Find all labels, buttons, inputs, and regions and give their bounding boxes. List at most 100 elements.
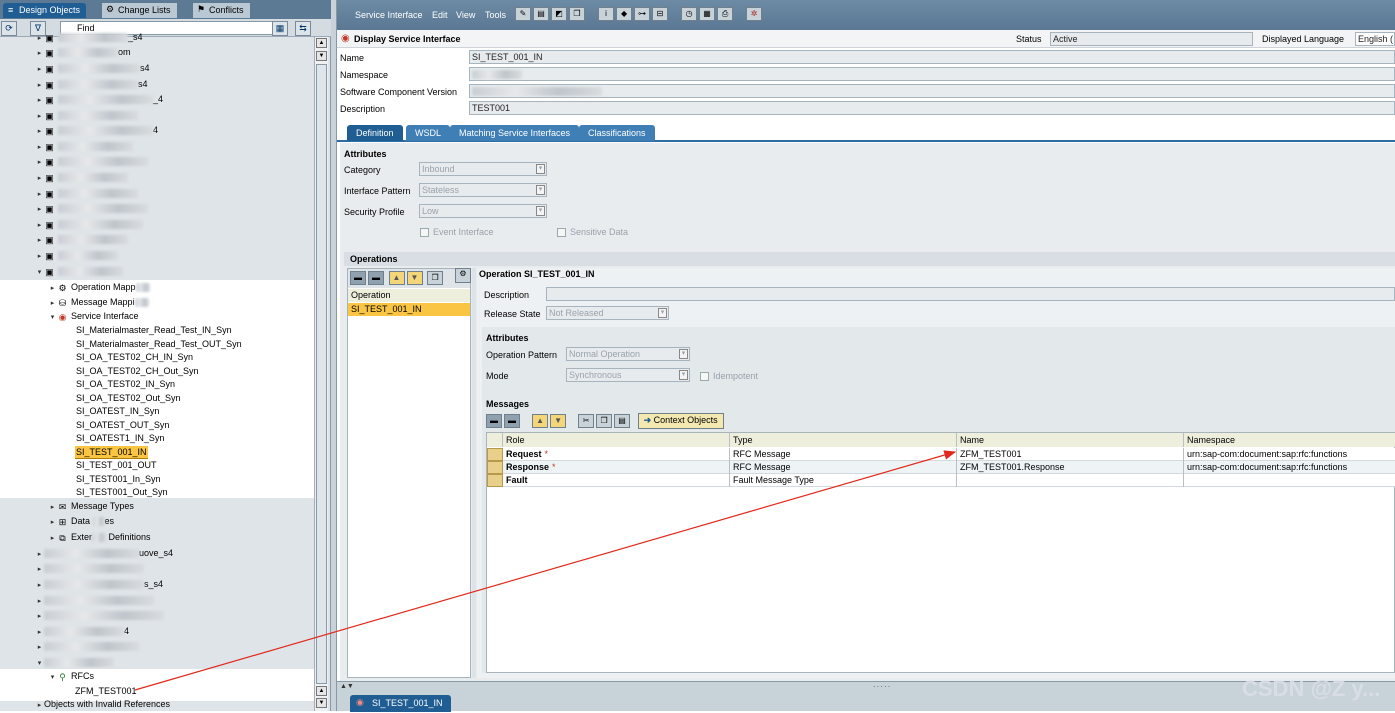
tree-item-service-interface[interactable]: SI_TEST_001_OUT <box>75 459 158 472</box>
tab-matching-service-interfaces[interactable]: Matching Service Interfaces <box>450 125 580 141</box>
tree-icon[interactable]: ⊶ <box>634 7 651 21</box>
delete-row-icon[interactable]: ▬ <box>368 271 384 285</box>
tree-node-invalid-references[interactable]: ▸ Objects with Invalid References <box>35 697 170 711</box>
tree-item-service-interface[interactable]: SI_TEST001_In_Syn <box>75 473 162 486</box>
tree-node[interactable]: ▸ <box>35 593 154 607</box>
refresh-icon[interactable]: ⟳ <box>1 21 17 36</box>
menu-tools[interactable]: Tools <box>485 10 506 20</box>
tab-change-lists[interactable]: ⚙ Change Lists <box>102 3 177 18</box>
msg-move-down-icon[interactable]: ▼ <box>550 414 567 428</box>
scroll-thumb[interactable] <box>316 64 327 684</box>
tree-item-service-interface[interactable]: SI_OA_TEST02_CH_Out_Syn <box>75 365 200 378</box>
history-icon[interactable]: ◷ <box>681 7 698 21</box>
tree-node[interactable]: ▸ ▣ <box>35 170 128 184</box>
bottom-tab-si-test-001-in[interactable]: ◉ SI_TEST_001_IN <box>350 695 451 712</box>
msg-move-up-icon[interactable]: ▲ <box>532 414 549 428</box>
paste-icon[interactable]: ▤ <box>614 414 631 428</box>
copy-message-icon[interactable]: ❐ <box>596 414 613 428</box>
print-icon[interactable]: ⎙ <box>717 7 734 21</box>
tree-node[interactable]: ▸ <box>35 639 139 653</box>
tab-classifications[interactable]: Classifications <box>579 125 655 141</box>
tree-node[interactable]: ▸ ▣ <box>35 248 118 262</box>
tree-node-expanded[interactable]: ▾ ▣ <box>35 264 123 278</box>
tab-wsdl[interactable]: WSDL <box>406 125 451 141</box>
network-icon[interactable]: ✲ <box>746 7 763 21</box>
resize-grip-icon[interactable]: ····· <box>873 682 891 691</box>
col-namespace[interactable]: Namespace <box>1184 433 1395 447</box>
tree-item-service-interface[interactable]: SI_OA_TEST02_CH_IN_Syn <box>75 351 194 364</box>
tree-node-rfcs[interactable]: ▾ ⚲ RFCs <box>48 669 94 683</box>
copy-row-icon[interactable]: ❐ <box>427 271 444 285</box>
split-icon[interactable]: ⇆ <box>295 21 311 36</box>
move-up-icon[interactable]: ▲ <box>388 271 405 285</box>
tree-node-message-types[interactable]: ▸ ✉ Message Types <box>48 499 134 513</box>
tree-item-zfm-test001[interactable]: ZFM_TEST001 <box>75 684 137 698</box>
tree-node[interactable]: ▸ <box>35 561 144 575</box>
tab-definition[interactable]: Definition <box>347 125 403 141</box>
tree-node-service-interface[interactable]: ▾ ◉ Service Interface <box>48 309 139 323</box>
collapse-icon[interactable]: ▲▼ <box>340 683 354 690</box>
col-type[interactable]: Type <box>730 433 957 447</box>
copy-icon[interactable]: ❐ <box>569 7 585 21</box>
tree-item-service-interface[interactable]: SI_OA_TEST02_IN_Syn <box>75 378 176 391</box>
tree-node[interactable]: ▸ ▣ <box>35 108 138 122</box>
event-interface-checkbox[interactable]: Event Interface <box>420 226 494 238</box>
edit-icon[interactable]: ✎ <box>515 7 531 21</box>
tree-node[interactable]: ▸ 4 <box>35 624 129 638</box>
operation-detail-icon[interactable]: ⚙ <box>455 268 471 283</box>
tab-design-objects[interactable]: ≡ Design Objects <box>3 3 87 18</box>
table-row[interactable]: Request * RFC Message ZFM_TEST001 urn:sap-co… <box>487 448 1395 461</box>
tree-node[interactable]: ▸ ▣ <box>35 154 148 168</box>
tree-node[interactable]: ▸ ▣ <box>35 139 133 153</box>
tree-node-expanded[interactable]: ▾ <box>35 655 114 669</box>
tree-node[interactable]: ▸ ▣ <box>35 186 138 200</box>
info-icon[interactable]: i <box>598 7 615 21</box>
tree-item-service-interface[interactable]: SI_TEST_001_IN <box>75 445 148 459</box>
col-role[interactable]: Role <box>503 433 730 447</box>
table-row[interactable]: Response * RFC Message ZFM_TEST001.Response… <box>487 461 1395 474</box>
tab-conflicts[interactable]: ⚑ Conflicts <box>193 3 250 18</box>
tree-node[interactable]: ▸ uove_s4 <box>35 546 173 560</box>
tree-node-external-definitions[interactable]: ▸ ⧉ Exter Definitions <box>48 530 151 544</box>
tree-item-service-interface[interactable]: SI_OA_TEST02_Out_Syn <box>75 392 182 405</box>
tree-node[interactable]: ▸ ▣ _4 <box>35 92 163 106</box>
category-select[interactable]: Inbound ▾ <box>419 162 547 176</box>
tree-item-service-interface[interactable]: SI_TEST001_Out_Syn <box>75 486 169 499</box>
tree-item-service-interface[interactable]: SI_Materialmaster_Read_Test_OUT_Syn <box>75 338 243 351</box>
find-go-icon[interactable]: ▦ <box>272 21 288 36</box>
table-icon[interactable]: ▦ <box>699 7 716 21</box>
op-pattern-select[interactable]: Normal Operation ▾ <box>566 347 690 361</box>
tree-node[interactable]: ▸ s_s4 <box>35 577 163 591</box>
row-selector[interactable] <box>487 448 503 461</box>
add-message-icon[interactable]: ▬ <box>486 414 502 428</box>
tree-item-service-interface[interactable]: SI_OATEST_IN_Syn <box>75 405 160 418</box>
row-selector[interactable] <box>487 474 503 487</box>
tree-node[interactable]: ▸ ▣ s4 <box>35 61 150 75</box>
tree-item-service-interface[interactable]: SI_OATEST1_IN_Syn <box>75 432 165 445</box>
activate-icon[interactable]: ◩ <box>551 7 567 21</box>
tree-item-service-interface[interactable]: SI_Materialmaster_Read_Test_IN_Syn <box>75 324 233 337</box>
pattern-select[interactable]: Stateless ▾ <box>419 183 547 197</box>
table-row[interactable]: Fault Fault Message Type <box>487 474 1395 487</box>
check-icon[interactable]: ◆ <box>616 7 633 21</box>
tree-node-operation-mapping[interactable]: ▸ ⚙ Operation Mapp <box>48 280 150 294</box>
tree-node[interactable]: ▸ <box>35 608 164 622</box>
where-used-icon[interactable]: ⊟ <box>652 7 669 21</box>
release-state-select[interactable]: Not Released ▾ <box>546 306 669 320</box>
row-selector[interactable] <box>487 461 503 474</box>
idempotent-checkbox[interactable]: Idempotent <box>700 370 758 382</box>
delete-message-icon[interactable]: ▬ <box>504 414 520 428</box>
move-down-icon[interactable]: ▼ <box>406 271 423 285</box>
menu-view[interactable]: View <box>456 10 475 20</box>
scroll-up-bottom-icon[interactable]: ▲ <box>316 686 327 696</box>
tree-node[interactable]: ▸ ▣ s4 <box>35 77 148 91</box>
tree-item-service-interface[interactable]: SI_OATEST_OUT_Syn <box>75 419 170 432</box>
menu-edit[interactable]: Edit <box>432 10 448 20</box>
context-objects-button[interactable]: ➜ Context Objects <box>637 413 724 429</box>
left-scrollbar[interactable]: ▲ ▼ ▲ ▼ <box>314 37 328 711</box>
tree-node[interactable]: ▸ ▣ 4 <box>35 123 158 137</box>
sensitive-data-checkbox[interactable]: Sensitive Data <box>557 226 628 238</box>
operation-row-selected[interactable]: SI_TEST_001_IN <box>348 303 470 316</box>
cut-icon[interactable]: ✂ <box>578 414 595 428</box>
tree-node[interactable]: ▸ ▣ <box>35 217 143 231</box>
